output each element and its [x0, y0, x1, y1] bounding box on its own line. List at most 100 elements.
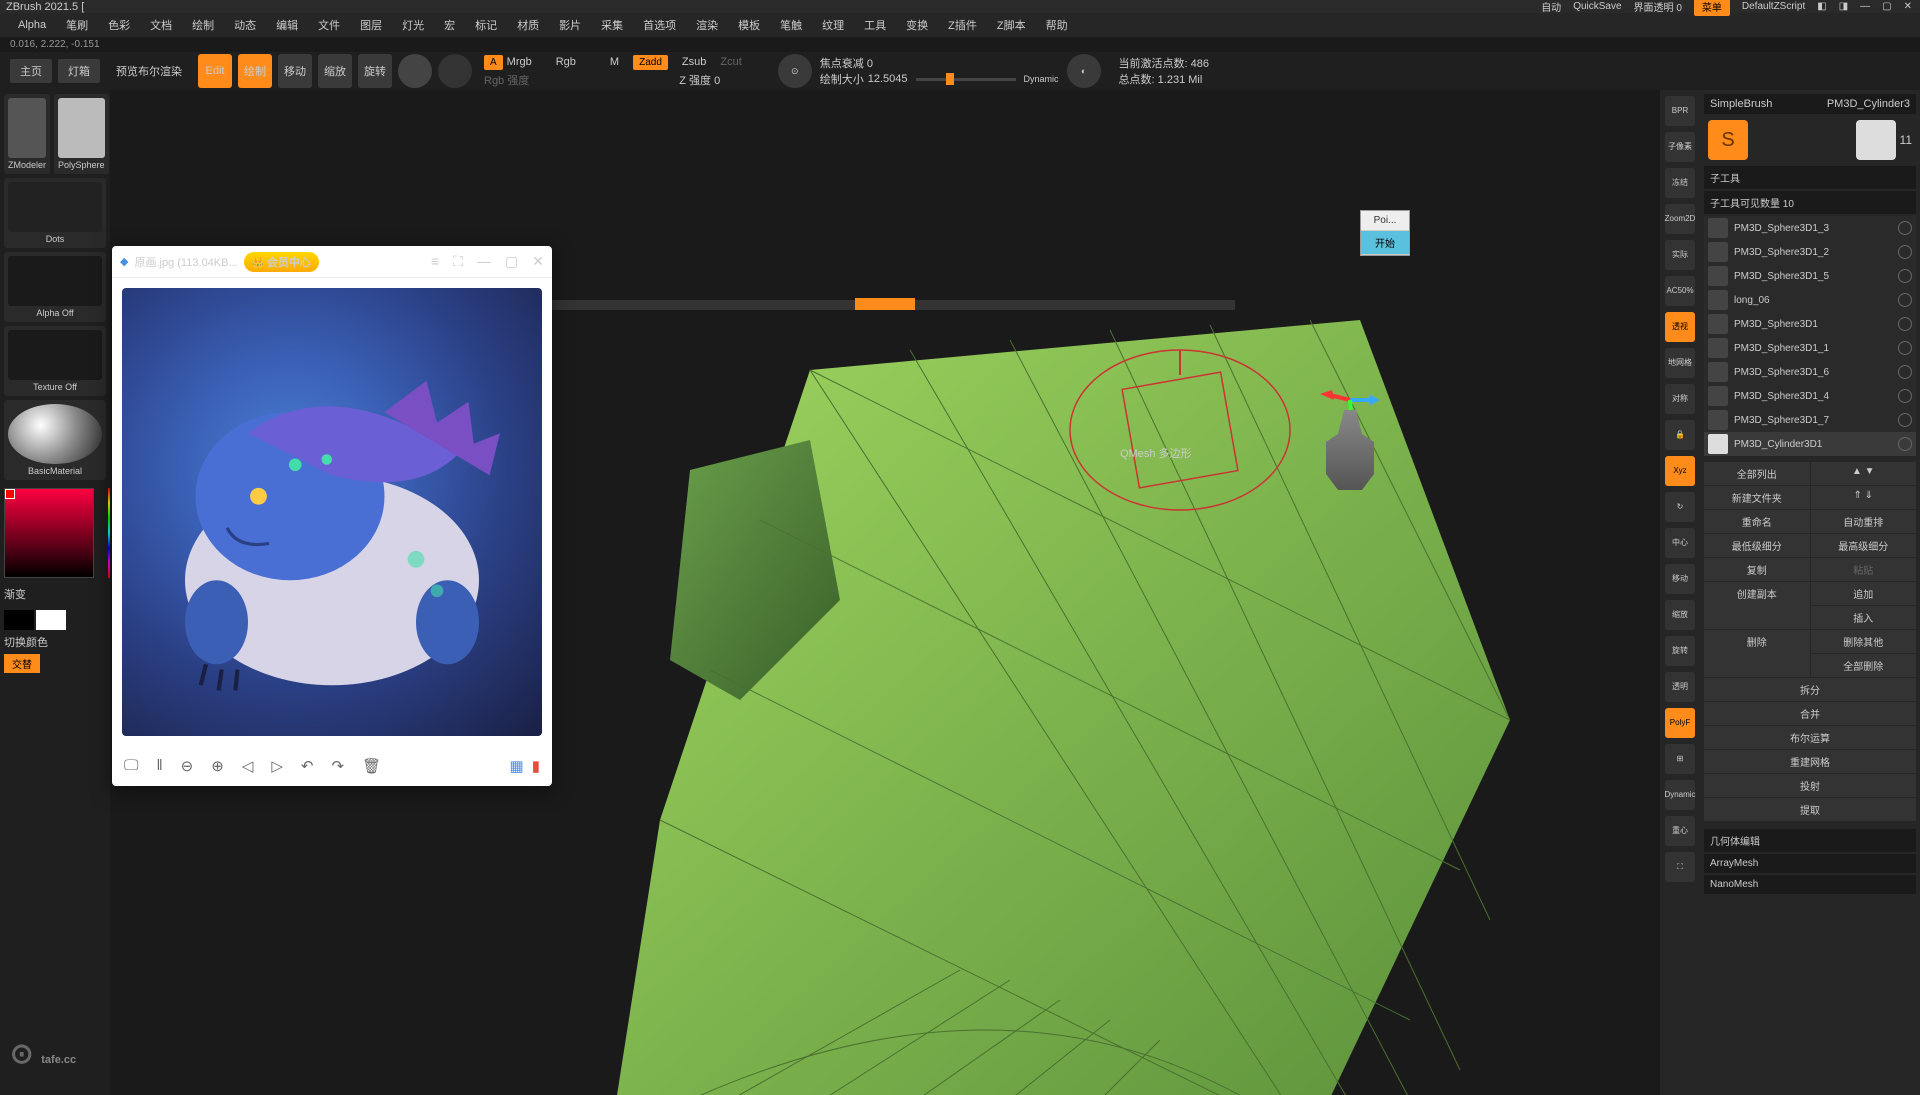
color-picker[interactable]	[4, 488, 94, 578]
subtool-header[interactable]: 子工具	[1704, 166, 1916, 189]
polyf-icon[interactable]: PolyF	[1665, 708, 1695, 738]
eye-icon[interactable]	[1898, 269, 1912, 283]
low-subdiv-btn[interactable]: 最低级细分	[1704, 534, 1810, 557]
move-icon[interactable]: 移动	[1665, 564, 1695, 594]
eye-icon[interactable]	[1898, 341, 1912, 355]
rotate-icon[interactable]: ↻	[1665, 492, 1695, 522]
zoom-out-icon[interactable]: ⊖	[181, 757, 194, 775]
trash-icon[interactable]: 🗑	[362, 757, 381, 775]
dynamic-icon[interactable]: Dynamic	[1665, 780, 1695, 810]
zadd-btn[interactable]: Zadd	[633, 55, 668, 70]
reorder-btn[interactable]: 自动重排	[1811, 510, 1917, 533]
subtool-item[interactable]: PM3D_Sphere3D1_6	[1704, 360, 1916, 384]
texture-slot[interactable]: Texture Off	[4, 326, 106, 396]
minimize-icon[interactable]: —	[1860, 1, 1870, 12]
insert-btn[interactable]: 插入	[1811, 606, 1917, 629]
array-section[interactable]: ArrayMesh	[1704, 854, 1916, 873]
list-view-icon[interactable]: ▮	[532, 757, 540, 775]
default-script[interactable]: DefaultZScript	[1742, 1, 1805, 12]
menu-item[interactable]: 色彩	[100, 14, 138, 36]
create-copy-btn[interactable]: 创建副本	[1704, 582, 1810, 629]
z-intensity[interactable]: Z 强度 0	[679, 72, 720, 88]
menu-item[interactable]: 文件	[310, 14, 348, 36]
menu-item[interactable]: 变换	[898, 14, 936, 36]
subtool-item[interactable]: PM3D_Sphere3D1_3	[1704, 216, 1916, 240]
eye-icon[interactable]	[1898, 389, 1912, 403]
swap-btn[interactable]: 交替	[4, 654, 40, 673]
actual-icon[interactable]: 实际	[1665, 240, 1695, 270]
brush-slot[interactable]: ZModeler	[4, 94, 50, 174]
tool-slot[interactable]: PolySphere	[54, 94, 109, 174]
menu-item[interactable]: 文档	[142, 14, 180, 36]
del-other-btn[interactable]: 删除其他	[1811, 630, 1917, 653]
dynamic-label[interactable]: Dynamic	[1024, 74, 1059, 84]
redo-icon[interactable]: ↷	[332, 757, 345, 775]
expand-icon[interactable]: ⛶	[1665, 852, 1695, 882]
mrgb-btn[interactable]: Mrgb	[507, 56, 532, 68]
bpr-icon[interactable]: BPR	[1665, 96, 1695, 126]
eye-icon[interactable]	[1898, 413, 1912, 427]
menu-item[interactable]: 宏	[436, 14, 463, 36]
focal-shift[interactable]: 焦点衰减 0	[820, 55, 1059, 71]
rename-btn[interactable]: 重命名	[1704, 510, 1810, 533]
menu-item[interactable]: 笔刷	[58, 14, 96, 36]
edit-mode[interactable]: Edit	[198, 54, 232, 88]
menu-item[interactable]: 影片	[551, 14, 589, 36]
eye-icon[interactable]	[1898, 293, 1912, 307]
arrow-btn[interactable]: ⇑ ⇓	[1811, 486, 1917, 509]
menu-item[interactable]: 编辑	[268, 14, 306, 36]
menu-item[interactable]: Z脚本	[989, 14, 1034, 36]
subpixel-icon[interactable]: 子像素	[1665, 132, 1695, 162]
display-icon[interactable]: 🖵	[124, 757, 138, 775]
menu-item[interactable]: 材质	[509, 14, 547, 36]
rot-icon[interactable]: 旋转	[1665, 636, 1695, 666]
menu-item[interactable]: 动态	[226, 14, 264, 36]
cg-icon[interactable]: 重心	[1665, 816, 1695, 846]
sphere-icon[interactable]	[438, 54, 472, 88]
subtool-item[interactable]: PM3D_Sphere3D1_2	[1704, 240, 1916, 264]
size-slider[interactable]	[916, 78, 1016, 81]
ac50-icon[interactable]: AC50%	[1665, 276, 1695, 306]
extract-btn[interactable]: 提取	[1704, 798, 1916, 821]
menu-item[interactable]: 灯光	[394, 14, 432, 36]
menu-item[interactable]: 工具	[856, 14, 894, 36]
arrow-btn[interactable]: ▲ ▼	[1811, 462, 1917, 485]
menu-item[interactable]: 模板	[730, 14, 768, 36]
frame-icon[interactable]: ⊞	[1665, 744, 1695, 774]
transparency-label[interactable]: 界面透明 0	[1634, 0, 1682, 14]
delete-btn[interactable]: 删除	[1704, 630, 1810, 677]
eye-icon[interactable]	[1898, 245, 1912, 259]
remesh-btn[interactable]: 重建网格	[1704, 750, 1916, 773]
menu-item[interactable]: 笔触	[772, 14, 810, 36]
minimize-icon[interactable]: —	[477, 253, 491, 270]
lightbox-tab[interactable]: 灯箱	[58, 59, 100, 83]
vip-badge[interactable]: 👑 会员中心	[244, 252, 319, 272]
menu-item[interactable]: 渲染	[688, 14, 726, 36]
menu-item[interactable]: 图层	[352, 14, 390, 36]
subtool-item[interactable]: PM3D_Sphere3D1_4	[1704, 384, 1916, 408]
subtool-item[interactable]: long_06	[1704, 288, 1916, 312]
undo-icon[interactable]: ↶	[301, 757, 314, 775]
maximize-icon[interactable]: ▢	[1882, 1, 1891, 12]
del-all-btn[interactable]: 全部删除	[1811, 654, 1917, 677]
quicksave-btn[interactable]: QuickSave	[1573, 1, 1621, 12]
high-subdiv-btn[interactable]: 最高级细分	[1811, 534, 1917, 557]
canvas-scroll[interactable]	[535, 300, 1235, 310]
transparent-icon[interactable]: 透明	[1665, 672, 1695, 702]
freeze-icon[interactable]: 冻结	[1665, 168, 1695, 198]
subtool-item[interactable]: PM3D_Sphere3D1_1	[1704, 336, 1916, 360]
lock-icon[interactable]: 🔒	[1665, 420, 1695, 450]
paste-btn[interactable]: 粘贴	[1811, 558, 1917, 581]
geo-section[interactable]: 几何体编辑	[1704, 829, 1916, 852]
pause-icon[interactable]: ‖	[156, 757, 162, 775]
new-folder-btn[interactable]: 新建文件夹	[1704, 486, 1810, 509]
dock-icon[interactable]: ◨	[1839, 1, 1848, 12]
subtool-item[interactable]: PM3D_Sphere3D1	[1704, 312, 1916, 336]
next-icon[interactable]: ▷	[271, 757, 283, 775]
menu-item[interactable]: Alpha	[10, 16, 54, 34]
list-all-btn[interactable]: 全部列出	[1704, 462, 1810, 485]
split-btn[interactable]: 拆分	[1704, 678, 1916, 701]
menu-icon[interactable]: ≡	[431, 253, 439, 270]
switch-color[interactable]: 切换颜色	[4, 634, 106, 650]
expand-icon[interactable]: ⛶	[453, 253, 463, 270]
